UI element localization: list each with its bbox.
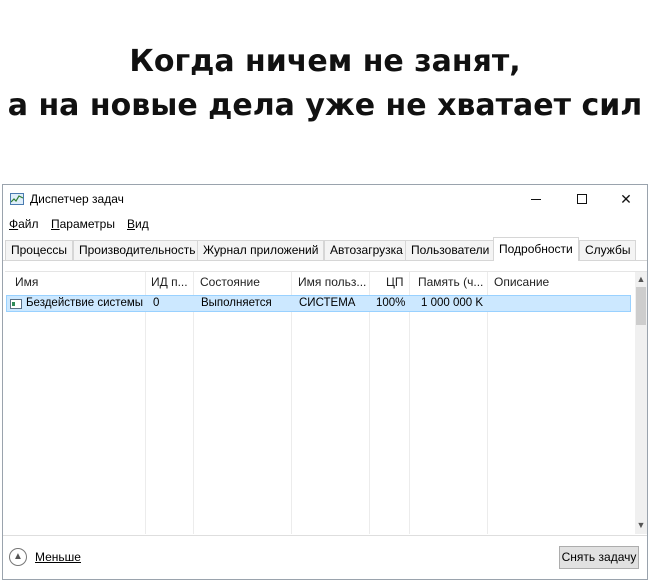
- task-manager-icon: [10, 193, 24, 205]
- minimize-button[interactable]: [513, 185, 559, 213]
- scrollbar-thumb[interactable]: [636, 287, 646, 325]
- tab-performance[interactable]: Производительность: [73, 240, 202, 260]
- end-task-button[interactable]: Снять задачу: [559, 546, 639, 569]
- caption-line-2: а на новые дела уже не хватает сил: [7, 88, 643, 123]
- menu-view[interactable]: Вид: [127, 217, 149, 231]
- chevron-up-icon[interactable]: ▲: [635, 272, 647, 286]
- tab-strip: Процессы Производительность Журнал прило…: [3, 237, 647, 261]
- table-row[interactable]: Бездействие системы 0 Выполняется СИСТЕМ…: [6, 295, 631, 312]
- tab-services[interactable]: Службы: [579, 240, 637, 260]
- close-button[interactable]: ✕: [603, 185, 649, 213]
- maximize-button[interactable]: [559, 185, 605, 213]
- menu-options[interactable]: Параметры: [51, 217, 115, 231]
- chevron-down-icon[interactable]: ▼: [635, 518, 647, 532]
- column-header-pid[interactable]: ИД п...: [151, 275, 188, 289]
- chevron-up-circle-icon[interactable]: ▲: [9, 548, 27, 566]
- caption-line-1: Когда ничем не занят,: [129, 44, 521, 79]
- fewer-details-link[interactable]: Меньше: [35, 550, 81, 564]
- tab-app-history[interactable]: Журнал приложений: [197, 240, 325, 260]
- cell-status: Выполняется: [201, 297, 272, 309]
- cell-user: СИСТЕМА: [299, 297, 356, 309]
- vertical-scrollbar[interactable]: ▲ ▼: [635, 272, 647, 534]
- column-header-name[interactable]: Имя: [15, 275, 38, 289]
- tab-processes[interactable]: Процессы: [5, 240, 74, 260]
- tab-users[interactable]: Пользователи: [405, 240, 496, 260]
- menu-file[interactable]: Файл: [9, 217, 39, 231]
- column-header-memory[interactable]: Память (ч...: [418, 275, 483, 289]
- title-bar[interactable]: Диспетчер задач ✕: [3, 185, 647, 213]
- column-header-status[interactable]: Состояние: [200, 275, 260, 289]
- window-title: Диспетчер задач: [30, 192, 124, 206]
- cell-cpu: 100%: [376, 297, 406, 309]
- column-header-user[interactable]: Имя польз...: [298, 275, 366, 289]
- tab-startup[interactable]: Автозагрузка: [324, 240, 409, 260]
- cell-pid: 0: [153, 297, 160, 309]
- cell-memory: 1 000 000 K: [421, 297, 484, 309]
- close-icon: ✕: [620, 191, 632, 207]
- cell-name: Бездействие системы: [26, 297, 144, 309]
- tab-details[interactable]: Подробности: [493, 237, 579, 261]
- details-table: Имя ИД п... Состояние Имя польз... ЦП Па…: [5, 271, 647, 534]
- minimize-icon: [531, 199, 541, 200]
- process-icon: [10, 299, 22, 309]
- maximize-icon: [577, 194, 587, 204]
- column-header-description[interactable]: Описание: [494, 275, 549, 289]
- meme-caption: Когда ничем не занят, а на новые дела уж…: [0, 40, 650, 128]
- footer-bar: ▲ Меньше Снять задачу: [3, 535, 647, 579]
- task-manager-window: Диспетчер задач ✕ Файл Параметры Вид Про…: [2, 184, 648, 580]
- column-header-cpu[interactable]: ЦП: [386, 275, 404, 289]
